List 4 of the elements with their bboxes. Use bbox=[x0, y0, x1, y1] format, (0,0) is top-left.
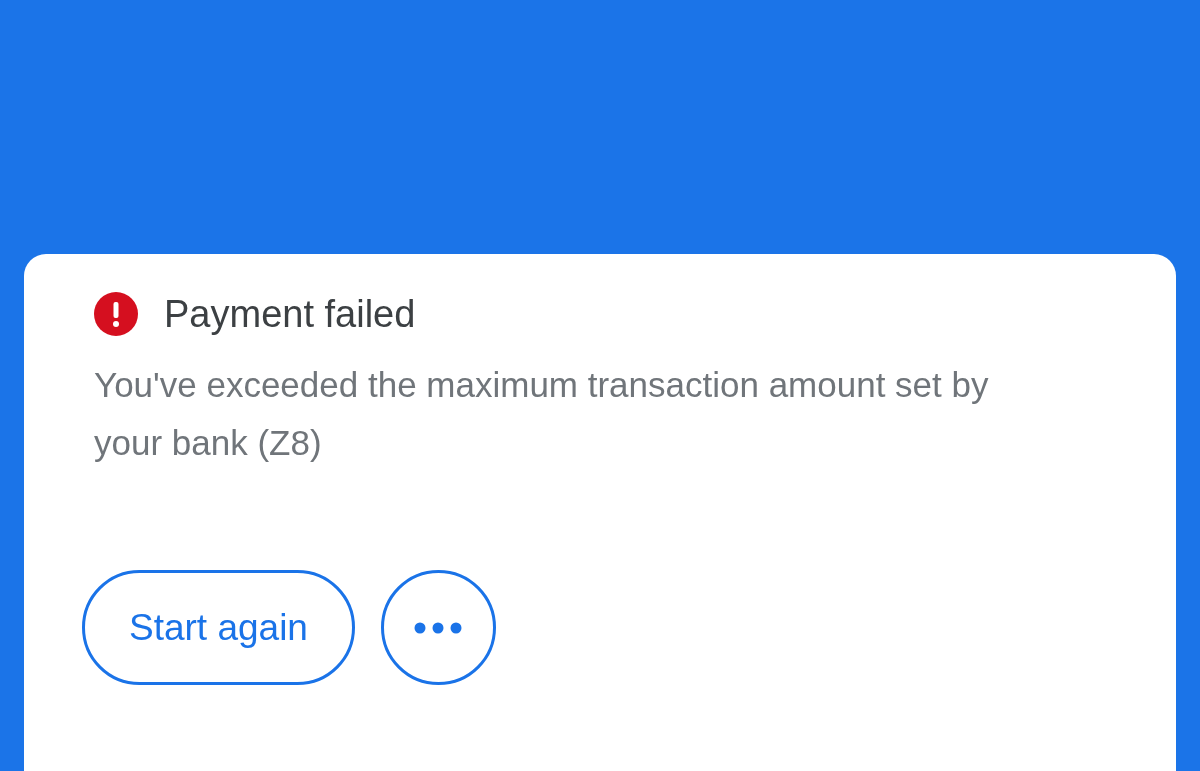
more-icon bbox=[414, 621, 463, 634]
start-again-button[interactable]: Start again bbox=[82, 570, 355, 685]
error-message: You've exceeded the maximum transaction amount set by your bank (Z8) bbox=[94, 364, 990, 464]
dialog-title: Payment failed bbox=[164, 292, 416, 336]
